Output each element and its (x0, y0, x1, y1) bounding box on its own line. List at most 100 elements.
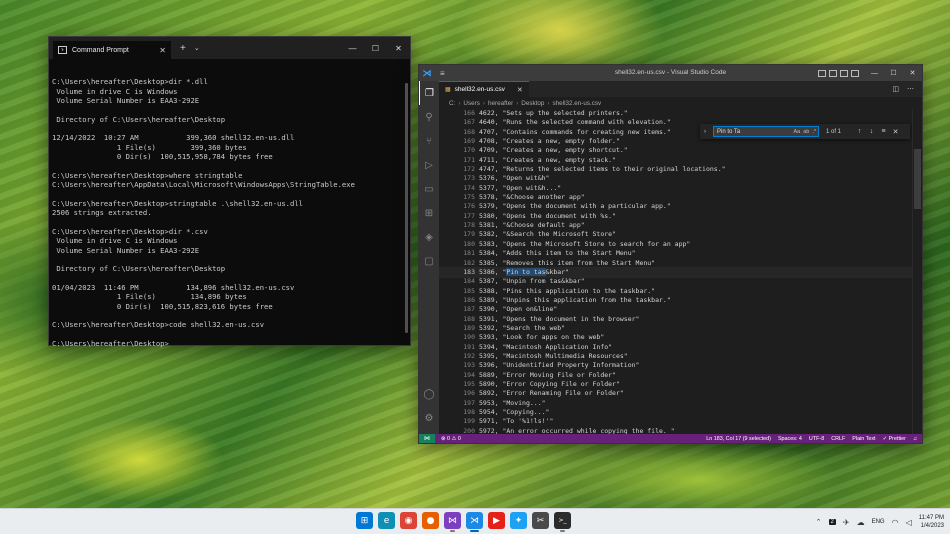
chevron-down-icon[interactable]: ⌄ (194, 44, 200, 52)
code-line[interactable]: 182 5385, "Removes this item from the Sta… (439, 259, 912, 268)
code-line[interactable]: 189 5392, "Search the web" (439, 324, 912, 333)
remote-explorer-icon[interactable]: ▭ (419, 177, 439, 201)
code-line[interactable]: 197 5953, "Moving..." (439, 399, 912, 408)
maximize-button[interactable]: ☐ (364, 37, 387, 59)
source-control-icon[interactable]: ⑂ (419, 129, 439, 153)
cloud-icon[interactable]: ☁ (857, 518, 865, 527)
cursor-position[interactable]: Ln 183, Col 17 (9 selected) (706, 436, 771, 442)
code-line[interactable]: 183 5386, "Pin to tas&kbar" (439, 266, 913, 279)
taskbar-firefox-icon[interactable]: ● (422, 512, 439, 529)
encoding[interactable]: UTF-8 (809, 436, 824, 442)
chevron-up-icon[interactable]: ⌃ (816, 518, 822, 526)
code-line[interactable]: 166 4622, "Sets up the selected printers.… (439, 109, 912, 118)
cmd-output[interactable]: C:\Users\hereafter\Desktop>dir *.dll Vol… (49, 59, 410, 348)
code-line[interactable]: 185 5388, "Pins this application to the t… (439, 287, 912, 296)
code-line[interactable]: 188 5391, "Opens the document in the brow… (439, 315, 912, 324)
language-indicator[interactable]: ENG (872, 519, 885, 525)
remote-indicator-icon[interactable]: ⋈ (419, 434, 435, 443)
pin-icon[interactable]: ✈ (843, 518, 850, 527)
find-in-selection-icon[interactable]: ≡ (879, 128, 888, 135)
minimize-button[interactable]: — (865, 69, 884, 77)
taskbar-snipping-tool-icon[interactable]: ✂ (532, 512, 549, 529)
code-line[interactable]: 187 5390, "Open on&line" (439, 305, 912, 314)
next-match-icon[interactable]: ↓ (867, 128, 876, 135)
code-line[interactable]: 179 5382, "&Search the Microsoft Store" (439, 230, 912, 239)
toggle-panel-icon[interactable] (829, 69, 837, 77)
breadcrumb-item[interactable]: Desktop (521, 100, 544, 107)
regex-toggle[interactable]: .* (812, 129, 816, 135)
new-tab-button[interactable]: + (180, 43, 186, 54)
scrollbar-thumb[interactable] (914, 149, 921, 209)
indentation[interactable]: Spaces: 4 (778, 436, 802, 442)
taskbar-terminal-icon[interactable]: >_ (554, 512, 571, 532)
close-button[interactable]: ✕ (387, 37, 410, 59)
breadcrumb-item[interactable]: C: (449, 100, 455, 107)
close-button[interactable]: ✕ (903, 69, 922, 77)
code-line[interactable]: 178 5381, "&Choose default app" (439, 221, 912, 230)
explorer-icon[interactable]: ❐ (419, 81, 439, 105)
match-case-toggle[interactable]: Aa (793, 129, 800, 135)
split-editor-icon[interactable]: ◫ (892, 85, 899, 93)
code-line[interactable]: 175 5378, "&Choose another app" (439, 193, 912, 202)
code-line[interactable]: 195 5890, "Error Copying File or Folder" (439, 380, 912, 389)
gear-icon[interactable]: ⚙ (419, 406, 439, 430)
volume-icon[interactable]: ◁ (906, 518, 912, 527)
code-line[interactable]: 171 4711, "Creates a new, empty stack." (439, 156, 912, 165)
code-line[interactable]: 186 5389, "Unpins this application from t… (439, 296, 912, 305)
previous-match-icon[interactable]: ↑ (855, 128, 864, 135)
code-view[interactable]: 166 4622, "Sets up the selected printers.… (439, 109, 913, 434)
notifications-icon[interactable]: ♫ (913, 436, 917, 442)
code-line[interactable]: 172 4747, "Returns the selected items to … (439, 165, 912, 174)
notification-badge[interactable]: 2 (828, 519, 836, 525)
run-debug-icon[interactable]: ▷ (419, 153, 439, 177)
code-line[interactable]: 174 5377, "Open wit&h..." (439, 184, 912, 193)
tab-shell32-csv[interactable]: ▦ shell32.en-us.csv ✕ (439, 81, 529, 97)
code-line[interactable]: 190 5393, "Look for apps on the web" (439, 333, 912, 342)
editor-scrollbar[interactable] (912, 109, 922, 434)
taskbar-vscode-icon[interactable]: ⋊ (466, 512, 483, 532)
customize-layout-icon[interactable] (851, 69, 859, 77)
cmd-tab[interactable]: Command Prompt ✕ (53, 41, 171, 59)
command-prompt-window[interactable]: Command Prompt ✕ + ⌄ — ☐ ✕ C:\Users\here… (48, 36, 411, 348)
taskbar-visual-studio-icon[interactable]: ⋈ (444, 512, 461, 532)
toggle-sidebar-icon[interactable] (818, 69, 826, 77)
code-line[interactable]: 191 5394, "Macintosh Application Info" (439, 343, 912, 352)
code-line[interactable]: 198 5954, "Copying..." (439, 408, 912, 417)
search-icon[interactable]: ⚲ (419, 105, 439, 129)
taskbar-twitter-icon[interactable]: ✦ (510, 512, 527, 529)
problems-indicator[interactable]: ⊗ 0 ⚠ 0 (441, 436, 461, 442)
close-find-icon[interactable]: ✕ (891, 128, 900, 136)
match-whole-word-toggle[interactable]: ab (803, 129, 809, 135)
find-input[interactable]: Pin to Ta Aa ab .* (713, 126, 819, 137)
menu-button[interactable]: ≡ (440, 69, 446, 78)
code-line[interactable]: 193 5396, "Unidentified Property Informat… (439, 361, 912, 370)
cmd-scrollbar[interactable] (405, 83, 408, 333)
more-actions-icon[interactable]: ⋯ (907, 85, 914, 93)
code-line[interactable]: 200 5972, "An error occurred while copyin… (439, 427, 912, 434)
code-line[interactable]: 184 5387, "Unpin from tas&kbar" (439, 277, 912, 286)
code-line[interactable]: 199 5971, "To '%1!ls!'" (439, 417, 912, 426)
wifi-icon[interactable]: ◠ (892, 518, 899, 527)
taskbar-youtube-icon[interactable]: ▶ (488, 512, 505, 529)
editor-area[interactable]: ▦ shell32.en-us.csv ✕ ◫ ⋯ C: › Users › herea… (439, 81, 922, 434)
breadcrumb-item[interactable]: hereafter (488, 100, 513, 107)
taskbar-start-icon[interactable]: ⊞ (356, 512, 373, 529)
close-tab-icon[interactable]: ✕ (159, 46, 166, 55)
docker-icon[interactable]: ◈ (419, 225, 439, 249)
code-line[interactable]: 176 5379, "Opens the document with a part… (439, 202, 912, 211)
code-line[interactable]: 180 5383, "Opens the Microsoft Store to s… (439, 240, 912, 249)
code-line[interactable]: 181 5384, "Adds this item to the Start Me… (439, 249, 912, 258)
toggle-secondary-sidebar-icon[interactable] (840, 69, 848, 77)
prettier-status[interactable]: ✓ Prettier (883, 436, 906, 442)
code-line[interactable]: 192 5395, "Macintosh Multimedia Resources… (439, 352, 912, 361)
language-mode[interactable]: Plain Text (852, 436, 875, 442)
breadcrumb-item[interactable]: Users (463, 100, 479, 107)
taskbar-chrome-icon[interactable]: ◉ (400, 512, 417, 529)
minimize-button[interactable]: — (341, 37, 364, 59)
clock[interactable]: 11:47 PM 1/4/2023 (919, 514, 944, 530)
code-line[interactable]: 177 5380, "Opens the document with %s." (439, 212, 912, 221)
vscode-window[interactable]: ⋊ ≡ shell32.en-us.csv - Visual Studio Co… (418, 64, 923, 444)
code-line[interactable]: 173 5376, "Open wit&h" (439, 174, 912, 183)
accounts-icon[interactable]: ◯ (419, 382, 439, 406)
line-ending[interactable]: CRLF (831, 436, 845, 442)
